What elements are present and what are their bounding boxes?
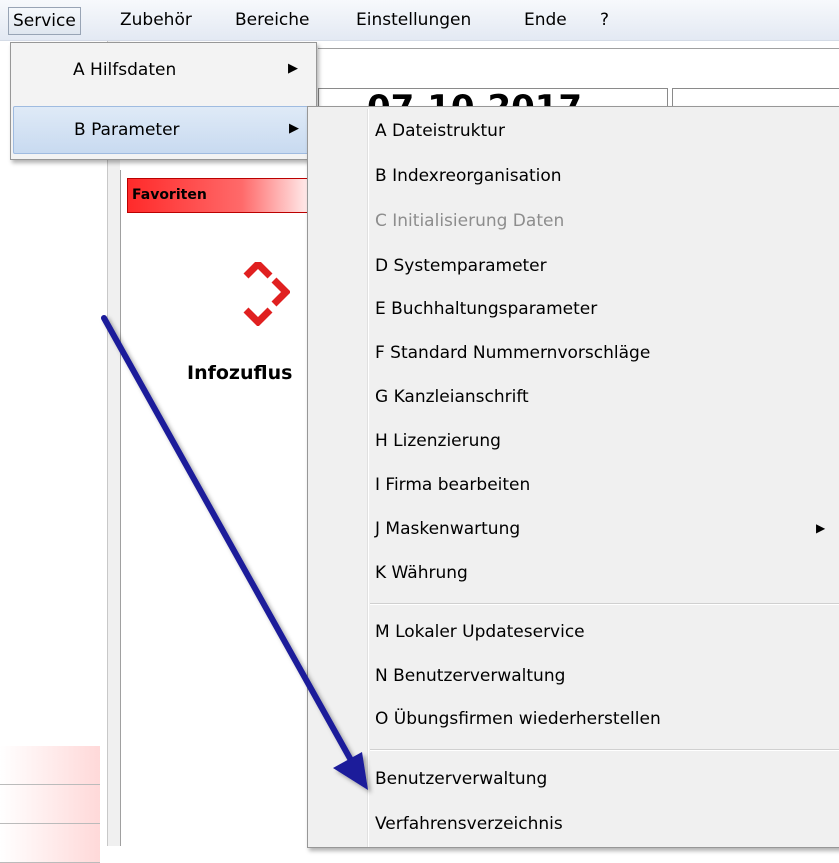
navigation-panel — [0, 40, 108, 863]
menu-item-indexreorganisation[interactable]: B Indexreorganisation — [375, 166, 562, 186]
menu-item-label: B Parameter — [74, 120, 180, 140]
menu-separator — [370, 603, 839, 605]
menu-item-lizenzierung[interactable]: H Lizenzierung — [375, 431, 501, 451]
menu-item-hilfsdaten[interactable]: A Hilfsdaten ▶ — [13, 47, 313, 93]
favorites-title: Favoriten — [132, 187, 207, 203]
submenu-arrow-icon: ▶ — [289, 121, 299, 136]
menu-item-kanzleianschrift[interactable]: G Kanzleianschrift — [375, 387, 529, 407]
submenu-arrow-icon: ▶ — [816, 521, 826, 535]
menu-item-label: A Hilfsdaten — [73, 60, 177, 80]
menu-item-initialisierung-daten: C Initialisierung Daten — [375, 211, 565, 231]
nav-row[interactable] — [0, 746, 100, 785]
menu-ende[interactable]: Ende — [524, 0, 567, 40]
menu-item-benutzerverwaltung[interactable]: Benutzerverwaltung — [375, 769, 547, 789]
menu-item-verfahrensverzeichnis[interactable]: Verfahrensverzeichnis — [375, 814, 563, 834]
menu-item-uebungsfirmen[interactable]: O Übungsfirmen wiederherstellen — [375, 709, 661, 729]
menu-item-nummernvorschlaege[interactable]: F Standard Nummernvorschläge — [375, 343, 650, 363]
menu-item-firma-bearbeiten[interactable]: I Firma bearbeiten — [375, 475, 530, 495]
menu-separator — [370, 749, 839, 751]
menu-item-systemparameter[interactable]: D Systemparameter — [375, 256, 547, 276]
menu-gutter — [367, 109, 369, 847]
menu-zubehoer[interactable]: Zubehör — [120, 0, 192, 40]
menu-einstellungen[interactable]: Einstellungen — [356, 0, 471, 40]
menu-bar: Service Zubehör Bereiche Einstellungen E… — [0, 0, 839, 41]
menu-item-benutzerverwaltung-n[interactable]: N Benutzerverwaltung — [375, 666, 565, 686]
menu-item-waehrung[interactable]: K Währung — [375, 563, 468, 583]
menu-bereiche[interactable]: Bereiche — [235, 0, 310, 40]
menu-item-parameter[interactable]: B Parameter ▶ — [13, 106, 315, 154]
nav-row[interactable] — [0, 824, 100, 863]
menu-item-maskenwartung[interactable]: J Maskenwartung — [375, 519, 520, 539]
widget-label[interactable]: Infozuflus — [187, 362, 292, 384]
menu-item-buchhaltungsparameter[interactable]: E Buchhaltungsparameter — [375, 299, 597, 319]
nav-row[interactable] — [0, 785, 100, 824]
submenu-arrow-icon: ▶ — [288, 61, 298, 76]
menu-item-dateistruktur[interactable]: A Dateistruktur — [375, 121, 505, 141]
service-dropdown-menu: A Hilfsdaten ▶ B Parameter ▶ — [10, 42, 317, 160]
parameter-submenu: A Dateistruktur B Indexreorganisation C … — [307, 106, 839, 848]
menu-service[interactable]: Service — [8, 7, 81, 35]
panel-splitter[interactable] — [108, 40, 120, 846]
toolbar-area — [318, 48, 839, 87]
red-diamond-logo-icon[interactable] — [240, 262, 290, 326]
favorites-panel-border — [120, 170, 127, 846]
menu-item-lokaler-updateservice[interactable]: M Lokaler Updateservice — [375, 622, 585, 642]
menu-help[interactable]: ? — [600, 0, 609, 40]
